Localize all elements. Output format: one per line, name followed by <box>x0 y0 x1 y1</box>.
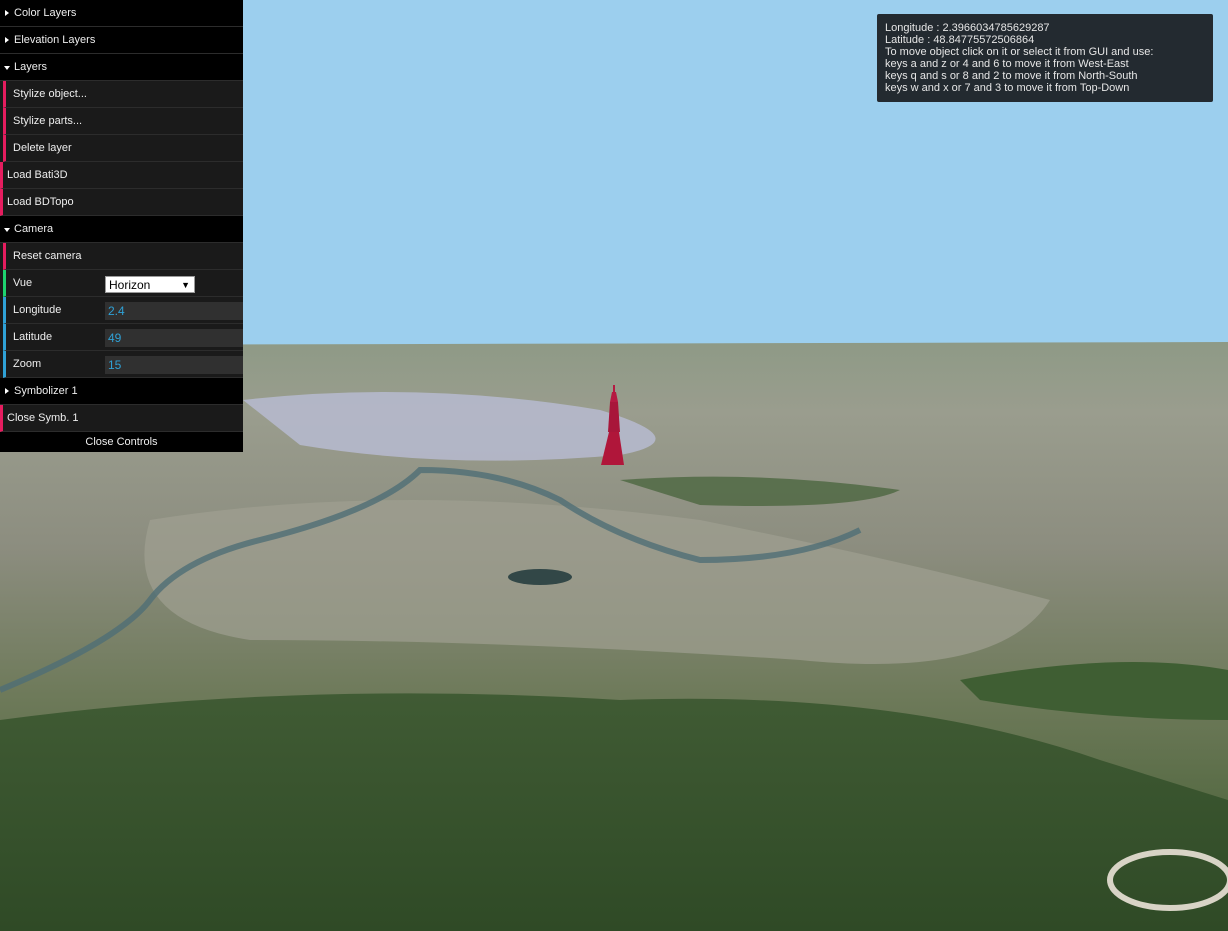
folder-title: Symbolizer 1 <box>14 385 78 397</box>
latitude-label: Latitude <box>13 331 53 343</box>
folder-camera[interactable]: Camera <box>0 216 243 243</box>
zoom-input[interactable]: 15 <box>105 356 243 374</box>
vue-label: Vue <box>13 277 33 289</box>
triangle-right-icon <box>5 10 9 16</box>
reset-camera-button[interactable]: Reset camera <box>3 243 243 270</box>
latitude-readout: Latitude : 48.84775572506864 <box>885 34 1035 46</box>
folder-elevation-layers[interactable]: Elevation Layers <box>0 27 243 54</box>
folder-title: Camera <box>14 223 54 235</box>
lake <box>508 569 572 585</box>
folder-layers[interactable]: Layers <box>0 54 243 81</box>
load-bati3d-button[interactable]: Load Bati3D <box>0 162 243 189</box>
instruction-line: keys a and z or 4 and 6 to move it from … <box>885 58 1129 70</box>
folder-color-layers[interactable]: Color Layers <box>0 0 243 27</box>
chevron-down-icon: ▼ <box>181 280 190 290</box>
triangle-down-icon <box>4 66 10 70</box>
zoom-label: Zoom <box>13 358 42 370</box>
folder-symbolizer[interactable]: Symbolizer 1 <box>0 378 243 405</box>
info-panel: Longitude : 2.3966034785629287 Latitude … <box>877 14 1213 102</box>
instruction-line: To move object click on it or select it … <box>885 46 1154 58</box>
latitude-input[interactable]: 49 <box>105 329 243 347</box>
close-controls-button[interactable]: Close Controls <box>0 432 243 452</box>
button-label: Close Symb. 1 <box>7 412 79 424</box>
button-label: Load Bati3D <box>7 169 68 181</box>
triangle-right-icon <box>5 37 9 43</box>
folder-title: Color Layers <box>14 7 77 19</box>
delete-layer-button[interactable]: Delete layer <box>3 135 243 162</box>
zoom-control: Zoom 15 <box>3 351 243 378</box>
longitude-input[interactable]: 2.4 <box>105 302 243 320</box>
vue-select[interactable]: Horizon ▼ <box>105 276 195 293</box>
vue-value: Horizon <box>109 278 151 292</box>
close-symb-button[interactable]: Close Symb. 1 <box>0 405 243 432</box>
folder-title: Elevation Layers <box>14 34 96 46</box>
controls-panel: Color Layers Elevation Layers Layers Sty… <box>0 0 243 452</box>
stylize-parts-button[interactable]: Stylize parts... <box>3 108 243 135</box>
load-bdtopo-button[interactable]: Load BDTopo <box>0 189 243 216</box>
vue-control: Vue Horizon ▼ <box>3 270 243 297</box>
longitude-control: Longitude 2.4 <box>3 297 243 324</box>
triangle-right-icon <box>5 388 9 394</box>
instruction-line: keys q and s or 8 and 2 to move it from … <box>885 70 1138 82</box>
button-label: Stylize parts... <box>13 115 83 127</box>
longitude-readout: Longitude : 2.3966034785629287 <box>885 22 1050 34</box>
instruction-line: keys w and x or 7 and 3 to move it from … <box>885 82 1130 94</box>
longitude-label: Longitude <box>13 304 62 316</box>
button-label: Stylize object... <box>13 88 87 100</box>
button-label: Load BDTopo <box>7 196 74 208</box>
button-label: Delete layer <box>13 142 72 154</box>
latitude-control: Latitude 49 <box>3 324 243 351</box>
folder-title: Layers <box>14 61 48 73</box>
triangle-down-icon <box>4 228 10 232</box>
stylize-object-button[interactable]: Stylize object... <box>3 81 243 108</box>
button-label: Reset camera <box>13 250 82 262</box>
